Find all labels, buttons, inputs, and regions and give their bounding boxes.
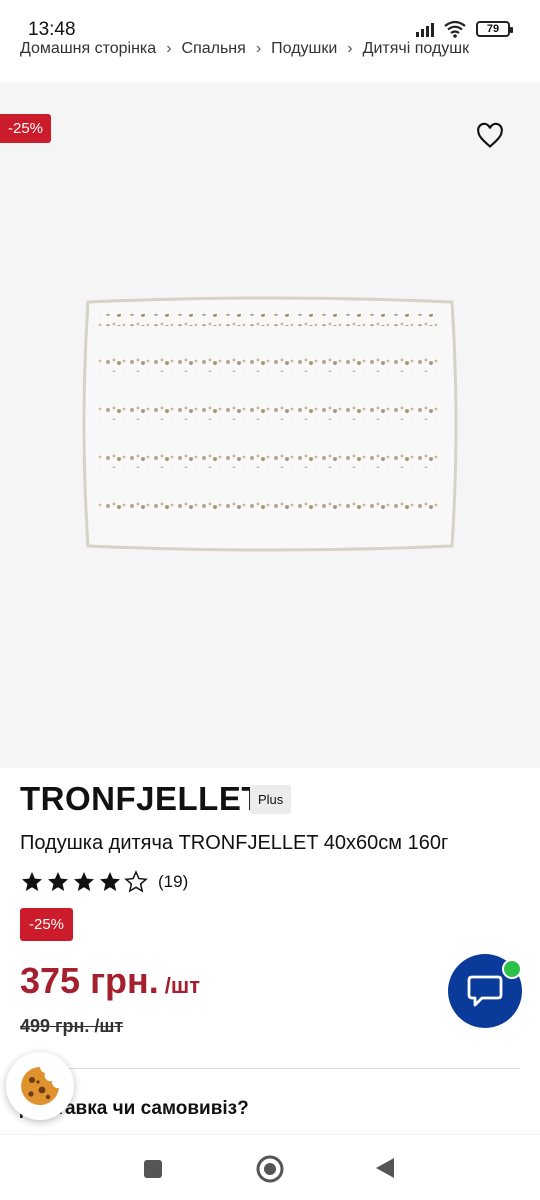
signal-icon [416, 21, 434, 37]
nav-recents-icon[interactable] [143, 1159, 163, 1179]
chat-button[interactable] [448, 954, 522, 1028]
status-bar: 13:48 79 [0, 0, 540, 44]
battery-icon: 79 [476, 21, 513, 37]
divider [20, 1068, 520, 1069]
chevron-right-icon: › [166, 40, 172, 57]
rating-count: (19) [158, 872, 189, 891]
online-indicator [502, 959, 522, 979]
breadcrumb-pillows[interactable]: Подушки [271, 40, 337, 64]
product-image [82, 296, 458, 552]
breadcrumb-kids-pillows[interactable]: Дитячі подушк [363, 40, 469, 64]
status-icons: 79 [416, 20, 513, 38]
cookie-button[interactable] [6, 1052, 74, 1120]
product-name: TRONFJELLET [20, 780, 262, 817]
discount-badge: -25% [20, 908, 74, 941]
heart-icon[interactable] [476, 122, 504, 150]
star-icon [48, 872, 68, 891]
old-price: 499 грн. /шт [20, 1016, 124, 1036]
discount-badge: -25% [0, 114, 52, 143]
star-icon [100, 872, 120, 891]
star-outline-icon [124, 870, 148, 893]
nav-home-icon[interactable] [256, 1155, 284, 1183]
cookie-icon [21, 1067, 59, 1105]
price-value: 375 грн. [20, 960, 159, 1001]
breadcrumb-home[interactable]: Домашня сторінка [20, 40, 156, 64]
chevron-right-icon: › [347, 40, 353, 57]
breadcrumb: Домашня сторінка › Спальня › Подушки › Д… [20, 40, 540, 64]
rating[interactable]: (19) [20, 870, 188, 894]
price-unit: /шт [164, 973, 201, 998]
star-icon [22, 872, 42, 891]
product-description: Подушка дитяча TRONFJELLET 40x60см 160г [20, 832, 449, 854]
price: 375 грн./шт [20, 960, 200, 1002]
breadcrumb-bedroom[interactable]: Спальня [182, 40, 246, 64]
system-nav-bar [0, 1134, 540, 1200]
wifi-icon [444, 20, 466, 38]
chat-icon [467, 975, 503, 1007]
chevron-right-icon: › [255, 40, 262, 57]
product-image-area[interactable]: -25% [0, 82, 540, 768]
plus-badge: Plus [250, 785, 292, 814]
nav-back-icon[interactable] [374, 1156, 396, 1180]
status-time: 13:48 [28, 19, 76, 40]
star-icon [74, 872, 94, 891]
